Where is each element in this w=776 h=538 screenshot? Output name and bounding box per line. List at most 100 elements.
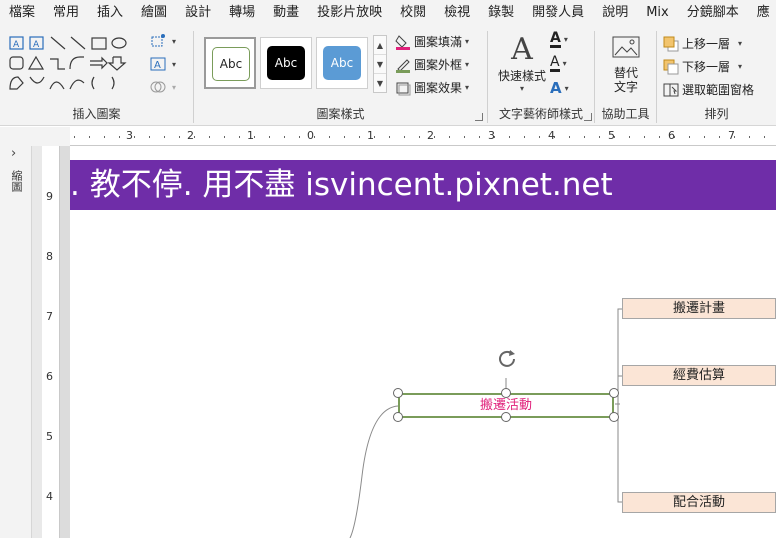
tab-home[interactable]: 常用	[44, 0, 88, 25]
text-fill-button[interactable]: A ▾	[550, 31, 568, 48]
resize-handle[interactable]	[609, 388, 619, 398]
node-relocation-plan[interactable]: 搬遷計畫	[622, 298, 776, 319]
ruler-number: 6	[668, 129, 675, 142]
ruler-tick	[704, 136, 705, 138]
tab-animations[interactable]: 動畫	[264, 0, 308, 25]
arrange-group: 上移一層 ▾ 下移一層 ▾ 選取範圍窗格 排列	[657, 25, 776, 126]
alt-text-label: 替代 文字	[613, 66, 638, 94]
ruler-number: 3	[126, 129, 133, 142]
slide-canvas[interactable]: . 教不停. 用不盡 isvincent.pixnet.net 搬遷計畫 經費估…	[70, 146, 776, 538]
ruler-tick	[209, 136, 210, 138]
expand-panel-icon[interactable]: ›	[11, 146, 16, 161]
gallery-more-icon[interactable]: ▼	[374, 74, 386, 93]
ruler-tick	[269, 136, 270, 138]
shape-fill-button[interactable]: 圖案填滿 ▾	[395, 33, 469, 50]
tab-view[interactable]: 檢視	[435, 0, 479, 25]
accessibility-label: 協助工具	[601, 107, 650, 121]
pen-icon	[395, 57, 411, 73]
edit-shape-button[interactable]: ▾	[150, 33, 176, 49]
style-preset-blue[interactable]: Abc	[316, 37, 368, 89]
ruler-number: 1	[247, 129, 254, 142]
merge-shapes-button[interactable]: ▾	[150, 79, 176, 95]
resize-handle[interactable]	[501, 388, 511, 398]
insert-shapes-label: 插入圖案	[72, 107, 121, 121]
vertical-ruler[interactable]: 9 8 7 6 5 4	[42, 146, 60, 538]
tab-slideshow[interactable]: 投影片放映	[308, 0, 391, 25]
ruler-tick	[254, 136, 255, 138]
menu-bar: 檔案 常用 插入 繪圖 設計 轉場 動畫 投影片放映 校閱 檢視 錄製 開發人員…	[0, 0, 776, 25]
edit-shape-icon	[150, 33, 166, 49]
gallery-up-icon[interactable]: ▲	[374, 36, 386, 55]
svg-text:A: A	[13, 40, 20, 50]
ruler-tick	[89, 136, 90, 138]
tab-file[interactable]: 檔案	[0, 0, 44, 25]
quick-styles-button[interactable]: A 快速樣式 ▾	[494, 32, 550, 94]
connector-lines	[349, 308, 623, 538]
ruler-tick	[74, 136, 75, 138]
alt-text-button[interactable]: 替代 文字	[603, 35, 649, 94]
text-effects-button[interactable]: A ▾	[550, 79, 569, 97]
ruler-tick	[764, 136, 765, 138]
text-outline-button[interactable]: A ▾	[550, 55, 567, 72]
ruler-number: 2	[187, 129, 194, 142]
selection-pane-button[interactable]: 選取範圍窗格	[663, 81, 754, 98]
shape-styles-label: 圖案樣式	[316, 107, 365, 121]
ruler-number: 9	[46, 190, 53, 203]
rotate-handle-icon[interactable]	[497, 348, 517, 371]
tab-design[interactable]: 設計	[176, 0, 220, 25]
send-backward-label: 下移一層	[682, 60, 731, 74]
ruler-tick	[299, 136, 300, 138]
tab-insert[interactable]: 插入	[88, 0, 132, 25]
ruler-tick	[644, 136, 645, 138]
tab-more[interactable]: 應	[748, 0, 776, 25]
ruler-tick	[329, 136, 330, 138]
resize-handle[interactable]	[501, 412, 511, 422]
text-box-button[interactable]: A ▾	[150, 56, 176, 72]
wordart-a-icon: A	[511, 32, 533, 67]
gallery-down-icon[interactable]: ▼	[374, 55, 386, 74]
tab-mix[interactable]: Mix	[637, 0, 678, 25]
shape-styles-launcher-icon[interactable]	[475, 113, 483, 121]
ribbon: A A ▾ A ▾ ▾ 插入圖案 Abc Abc Abc ▲ ▼ ▼ 圖案填滿 …	[0, 25, 776, 126]
ruler-tick	[224, 136, 225, 138]
text-box-icon: A	[150, 56, 166, 72]
ruler-number: 5	[46, 430, 53, 443]
shape-gallery[interactable]: A A	[8, 35, 148, 95]
ruler-tick	[239, 136, 240, 138]
tab-record[interactable]: 錄製	[479, 0, 523, 25]
resize-handle[interactable]	[393, 388, 403, 398]
insert-shapes-group: A A ▾ A ▾ ▾ 插入圖案	[0, 25, 193, 126]
tab-draw[interactable]: 繪圖	[132, 0, 176, 25]
shape-styles-group: Abc Abc Abc ▲ ▼ ▼ 圖案填滿 ▾ 圖案外框 ▾ 圖案效果 ▾ 圖…	[194, 25, 487, 126]
tab-review[interactable]: 校閱	[391, 0, 435, 25]
shape-effects-button[interactable]: 圖案效果 ▾	[395, 79, 469, 96]
shape-style-gallery: Abc Abc Abc ▲ ▼ ▼	[204, 35, 387, 93]
thumbnail-label[interactable]: 縮圖	[10, 170, 23, 192]
shape-outline-button[interactable]: 圖案外框 ▾	[395, 56, 469, 73]
tab-help[interactable]: 說明	[593, 0, 637, 25]
resize-handle[interactable]	[393, 412, 403, 422]
tab-transitions[interactable]: 轉場	[220, 0, 264, 25]
ruler-tick	[569, 136, 570, 138]
ruler-tick	[404, 136, 405, 138]
style-preset-black[interactable]: Abc	[260, 37, 312, 89]
resize-handle[interactable]	[609, 412, 619, 422]
horizontal-ruler[interactable]: 3 2 1 0 1 2 3 4 5 6 7	[70, 127, 776, 146]
effects-icon	[395, 80, 411, 96]
wordart-label: 文字藝術師樣式	[498, 107, 583, 121]
tab-developer[interactable]: 開發人員	[523, 0, 593, 25]
svg-text:A: A	[154, 60, 161, 71]
send-backward-button[interactable]: 下移一層 ▾	[663, 58, 742, 75]
wordart-launcher-icon[interactable]	[584, 113, 592, 121]
style-swatch: Abc	[212, 47, 250, 81]
ruler-tick	[749, 136, 750, 138]
tab-storyboard[interactable]: 分鏡腳本	[678, 0, 748, 25]
selection-pane-label: 選取範圍窗格	[682, 83, 755, 97]
gallery-scroll[interactable]: ▲ ▼ ▼	[373, 35, 387, 93]
bring-forward-button[interactable]: 上移一層 ▾	[663, 35, 742, 52]
node-budget-estimate[interactable]: 經費估算	[622, 365, 776, 386]
ruler-tick	[434, 136, 435, 138]
node-supporting-activities[interactable]: 配合活動	[622, 492, 776, 513]
arrange-label: 排列	[704, 107, 729, 121]
style-preset-white[interactable]: Abc	[204, 37, 256, 89]
